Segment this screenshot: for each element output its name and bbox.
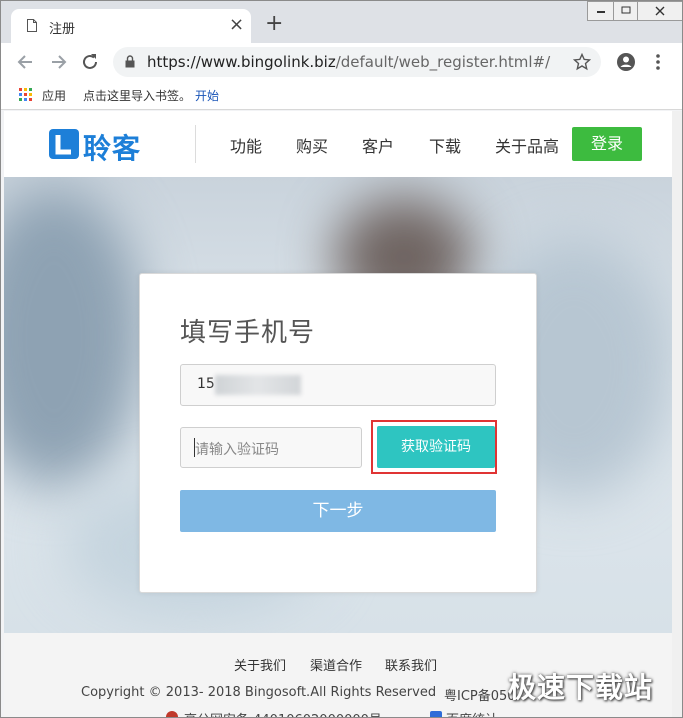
nav-download[interactable]: 下载 xyxy=(429,133,461,157)
verification-code-input[interactable]: 请输入验证码 xyxy=(180,427,362,468)
bookmark-star-icon[interactable] xyxy=(573,53,591,71)
highlight-box xyxy=(371,420,497,474)
minimize-button[interactable] xyxy=(587,1,615,21)
header-divider xyxy=(195,125,196,163)
page-scrollbar[interactable] xyxy=(672,111,682,717)
tab-title: 注册 xyxy=(49,22,76,37)
url-text: https://www.bingolink.biz/default/web_re… xyxy=(147,53,550,71)
footer-contact[interactable]: 联系我们 xyxy=(385,655,437,674)
page-icon xyxy=(27,19,37,32)
maximize-button[interactable] xyxy=(613,1,639,21)
logo-text: 聆客 xyxy=(83,132,142,165)
next-step-button[interactable]: 下一步 xyxy=(180,490,496,532)
browser-toolbar: https://www.bingolink.biz/default/web_re… xyxy=(1,43,682,81)
footer-about-us[interactable]: 关于我们 xyxy=(234,655,286,674)
logo-mark-icon xyxy=(49,129,79,159)
browser-window: 注册 × + https://www.bingolink.biz/default… xyxy=(0,0,683,718)
phone-input[interactable]: 15 xyxy=(180,364,496,406)
watermark-text: 极速下载站 xyxy=(508,671,654,704)
login-button[interactable]: 登录 xyxy=(572,127,642,161)
register-card: 填写手机号 15 请输入验证码 获取验证码 下一步 xyxy=(139,273,537,593)
bookmarks-bar: 应用 点击这里导入书签。 开始 xyxy=(1,81,682,110)
close-window-icon xyxy=(655,6,665,16)
tab-strip: 注册 × + xyxy=(1,1,682,43)
apps-grid-icon[interactable] xyxy=(19,88,33,102)
import-bookmarks-hint[interactable]: 点击这里导入书签。 xyxy=(83,87,191,104)
start-link[interactable]: 开始 xyxy=(195,87,219,104)
forward-icon[interactable] xyxy=(47,51,69,73)
nav-buy[interactable]: 购买 xyxy=(296,133,328,157)
hero-background: 填写手机号 15 请输入验证码 获取验证码 下一步 xyxy=(4,177,672,633)
text-caret xyxy=(194,438,195,457)
menu-icon[interactable] xyxy=(647,51,669,73)
baidu-stats-link[interactable]: 百度统计 xyxy=(446,709,498,717)
new-tab-icon[interactable]: + xyxy=(265,13,283,35)
baidu-stats-icon xyxy=(430,711,442,717)
tab-register[interactable]: 注册 × xyxy=(11,9,251,43)
nav-about[interactable]: 关于品高 xyxy=(495,133,559,157)
apps-label[interactable]: 应用 xyxy=(42,87,66,104)
minimize-icon xyxy=(597,11,605,13)
address-bar[interactable]: https://www.bingolink.biz/default/web_re… xyxy=(113,47,601,77)
police-record[interactable]: 高公网安备 44010602000000号 xyxy=(184,709,382,717)
account-icon[interactable] xyxy=(615,51,637,73)
maximize-icon xyxy=(621,6,631,14)
form-title: 填写手机号 xyxy=(180,318,316,348)
police-badge-icon xyxy=(166,711,178,717)
reload-icon[interactable] xyxy=(79,51,101,73)
nav-customers[interactable]: 客户 xyxy=(362,133,394,157)
nav-features[interactable]: 功能 xyxy=(230,133,262,157)
close-window-button[interactable] xyxy=(637,1,682,21)
icp-number[interactable]: 粤ICP备050 xyxy=(444,685,516,704)
copyright-text: Copyright © 2013- 2018 Bingosoft.All Rig… xyxy=(81,685,437,700)
bg-blur-left xyxy=(4,187,144,487)
code-placeholder: 请输入验证码 xyxy=(195,442,279,458)
page-viewport: 聆客 功能 购买 客户 下载 关于品高 登录 填写手机号 15 请输入验证码 获… xyxy=(4,111,672,717)
back-icon[interactable] xyxy=(15,51,37,73)
phone-value: 15 xyxy=(197,376,215,392)
redacted-phone-mask xyxy=(215,375,301,395)
site-header: 聆客 功能 购买 客户 下载 关于品高 登录 xyxy=(4,111,672,177)
lock-icon xyxy=(125,55,135,68)
url-path: /default/web_register.html#/ xyxy=(335,53,551,71)
tab-close-icon[interactable]: × xyxy=(229,15,244,35)
footer-channel[interactable]: 渠道合作 xyxy=(310,655,362,674)
url-host: https://www.bingolink.biz xyxy=(147,53,336,71)
